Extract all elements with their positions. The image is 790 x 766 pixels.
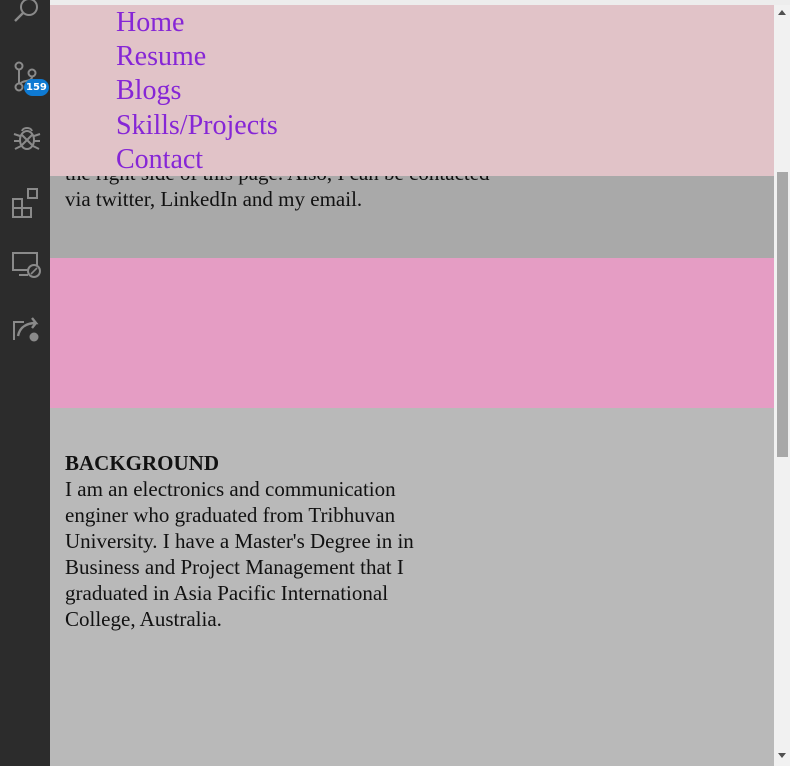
nav-item-blogs: Blogs [116,74,278,108]
scroll-down-arrow-icon[interactable] [778,753,786,758]
activity-bar: 159 [0,0,50,766]
scroll-thumb[interactable] [777,172,788,457]
nav-item-resume: Resume [116,40,278,74]
live-share-icon[interactable] [10,312,42,344]
nav-link-contact[interactable]: Contact [116,144,203,175]
nav-link-blogs[interactable]: Blogs [116,75,181,106]
nav-item-contact: Contact [116,143,278,177]
nav-list: Home Resume Blogs Skills/Projects Contac… [116,6,278,177]
background-section: BACKGROUND I am an electronics and commu… [50,408,774,766]
scroll-up-arrow-icon[interactable] [778,10,786,15]
extensions-icon[interactable] [10,186,42,218]
background-text: I am an electronics and communication en… [65,477,414,631]
nav-item-home: Home [116,6,278,40]
nav-link-skills-projects[interactable]: Skills/Projects [116,110,278,141]
nav-link-home[interactable]: Home [116,7,184,38]
navbar: Home Resume Blogs Skills/Projects Contac… [50,5,774,176]
nav-item-skills-projects: Skills/Projects [116,109,278,143]
nav-link-resume[interactable]: Resume [116,41,206,72]
background-title: BACKGROUND [65,451,220,475]
debug-icon[interactable] [11,122,43,154]
source-control-badge: 159 [24,79,49,96]
browser-viewport: the right side of this page. Also, I can… [50,5,774,766]
pink-section [50,258,774,408]
remote-explorer-icon[interactable] [10,248,42,280]
search-icon[interactable] [10,0,42,28]
vertical-scrollbar[interactable] [774,5,790,766]
